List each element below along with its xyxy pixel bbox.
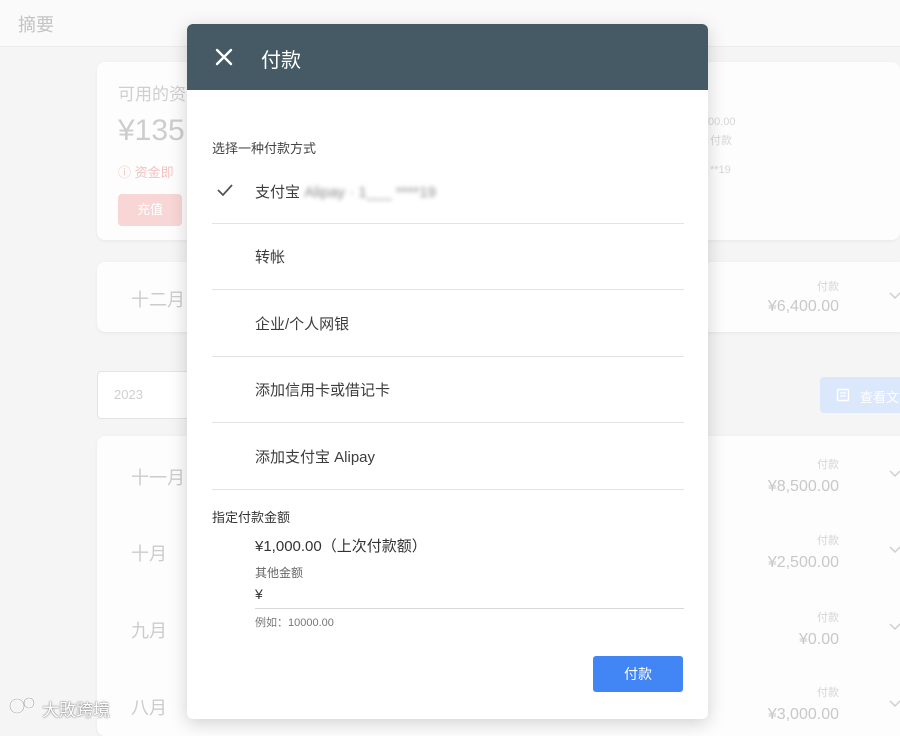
summary-amount: 00.00	[708, 116, 736, 128]
payment-option-add-alipay[interactable]: 添加支付宝 Alipay	[212, 423, 684, 490]
month-pay-label: 付款	[817, 459, 839, 471]
last-amount-option[interactable]: ¥1,000.00（上次付款额）	[255, 535, 427, 556]
amount-section-label: 指定付款金额	[212, 510, 291, 525]
pay-button[interactable]: 付款	[593, 656, 683, 692]
document-icon	[836, 388, 850, 402]
payment-option-label: 转帐	[255, 249, 286, 266]
payment-option-add-card[interactable]: 添加信用卡或借记卡	[212, 356, 684, 423]
year-select[interactable]: 2023	[97, 371, 199, 419]
payment-option-alipay-saved[interactable]: 支付宝 Alipay · 1___ ****19	[212, 157, 684, 224]
year-value: 2023	[114, 387, 143, 402]
dialog-title: 付款	[261, 50, 301, 72]
input-underline	[255, 608, 684, 609]
month-pay-amount: ¥6,400.00	[767, 298, 839, 315]
warning-text: 资金即	[134, 165, 174, 180]
chevron-down-icon[interactable]	[889, 621, 900, 633]
balance-warning: ⓘ 资金即	[118, 162, 174, 181]
month-pay-label: 付款	[817, 687, 839, 699]
month-pay-amount: ¥3,000.00	[767, 706, 839, 723]
balance-label: 可用的资	[118, 85, 186, 104]
payment-method-label: 选择一种付款方式	[212, 141, 317, 156]
recharge-button[interactable]: 充值	[118, 194, 182, 226]
payment-option-online-banking[interactable]: 企业/个人网银	[212, 290, 684, 357]
payment-option-label: 添加支付宝 Alipay	[255, 449, 376, 466]
watermark: 大敗跨境	[8, 694, 123, 720]
month-name: 十二月	[131, 290, 185, 310]
currency-symbol: ¥	[255, 586, 263, 602]
month-pay-label: 付款	[817, 612, 839, 624]
month-pay-label: 付款	[817, 535, 839, 547]
dialog-header: 付款	[187, 24, 708, 90]
month-pay-amount: ¥8,500.00	[767, 478, 839, 495]
chevron-down-icon[interactable]	[889, 698, 900, 710]
chevron-down-icon[interactable]	[889, 468, 900, 480]
payment-option-label: 支付宝 Alipay · 1___ ****19	[255, 184, 436, 201]
view-document-button[interactable]: 查看文	[820, 377, 900, 413]
payment-summary-card: 00.00 付款 **19	[700, 62, 900, 240]
page-title: 摘要	[18, 15, 54, 35]
month-name: 十月	[131, 544, 167, 564]
warning-icon: ⓘ	[118, 165, 132, 180]
month-pay-label: 付款	[817, 281, 839, 293]
watermark-logo-icon	[9, 697, 35, 714]
chevron-down-icon[interactable]	[889, 290, 900, 302]
summary-card-digits: **19	[710, 164, 731, 176]
payment-option-label: 企业/个人网银	[255, 316, 350, 333]
other-amount-label: 其他金额	[255, 566, 304, 580]
amount-hint: 例如：10000.00	[255, 617, 334, 629]
summary-label: 付款	[710, 135, 732, 147]
watermark-text: 大敗跨境	[42, 701, 110, 720]
masked-account: Alipay · 1___ ****19	[304, 184, 436, 201]
month-pay-amount: ¥2,500.00	[767, 554, 839, 571]
balance-amount: ¥135	[118, 114, 185, 147]
chevron-down-icon[interactable]	[889, 544, 900, 556]
view-document-label: 查看文	[860, 390, 900, 405]
month-name: 十一月	[131, 468, 185, 488]
close-icon[interactable]	[211, 44, 237, 70]
payment-dialog: 付款 选择一种付款方式 支付宝 Alipay · 1___ ****19 转帐 …	[187, 24, 708, 719]
amount-input[interactable]	[271, 580, 685, 610]
month-name: 九月	[131, 621, 167, 641]
payment-option-label: 添加信用卡或借记卡	[255, 382, 391, 399]
month-name: 八月	[131, 698, 167, 718]
payment-option-transfer[interactable]: 转帐	[212, 223, 684, 290]
checkmark-icon	[217, 184, 233, 197]
month-pay-amount: ¥0.00	[798, 631, 839, 648]
